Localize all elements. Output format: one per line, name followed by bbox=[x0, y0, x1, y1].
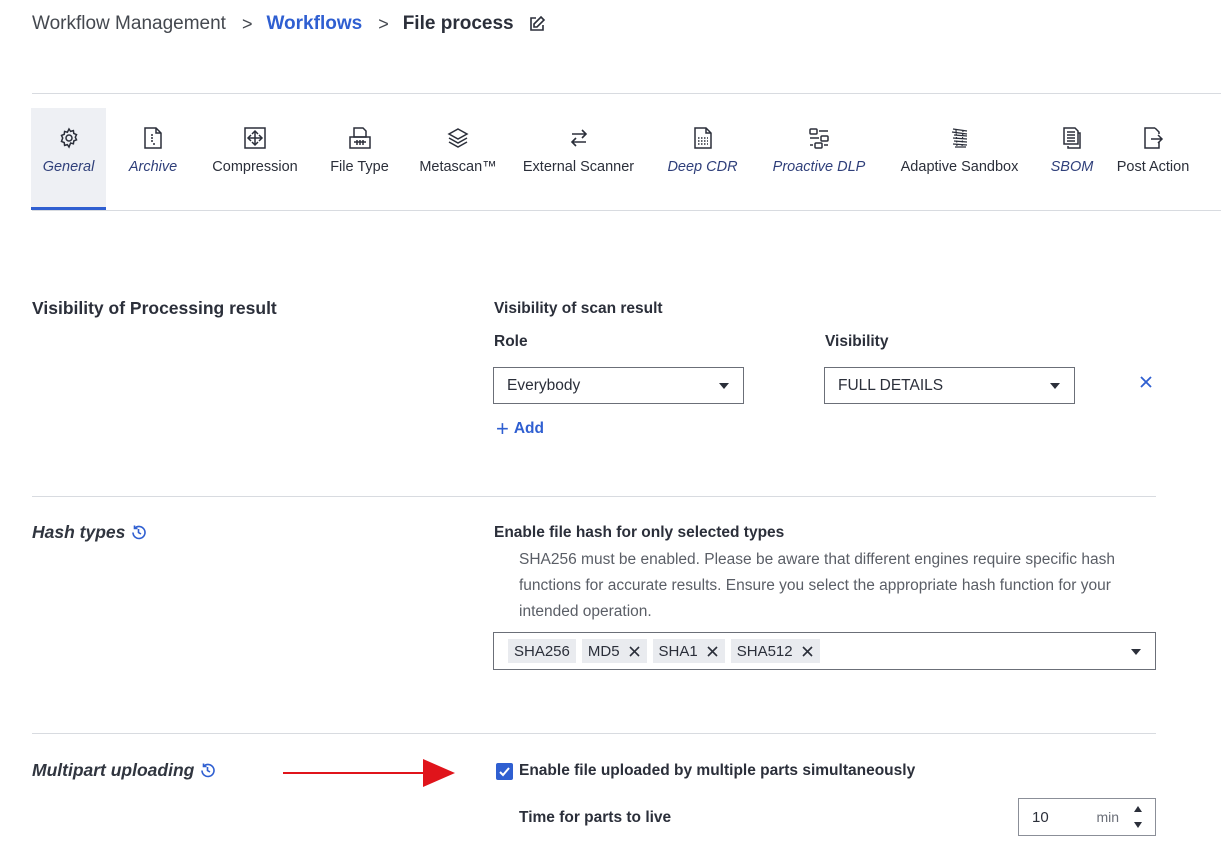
tab-label: Deep CDR bbox=[667, 159, 738, 175]
section-title-visibility: Visibility of Processing result bbox=[32, 298, 277, 318]
chip-label: SHA256 bbox=[514, 642, 570, 660]
breadcrumb-workflows-link[interactable]: Workflows bbox=[266, 13, 362, 35]
annotation-arrow-icon bbox=[283, 759, 455, 787]
remove-chip-close-icon[interactable] bbox=[706, 645, 719, 658]
decrement-arrow-icon[interactable] bbox=[1134, 822, 1142, 828]
archive-file-icon bbox=[141, 126, 165, 150]
role-label: Role bbox=[494, 333, 528, 350]
tab-archive[interactable]: Archive bbox=[106, 108, 200, 208]
tab-compression[interactable]: Compression bbox=[200, 108, 310, 208]
tab-label: General bbox=[42, 159, 95, 175]
role-select[interactable]: Everybody bbox=[493, 367, 744, 404]
post-action-icon bbox=[1141, 126, 1165, 150]
ttl-value: 10 bbox=[1032, 808, 1049, 826]
stepper-spin bbox=[1131, 803, 1145, 831]
tab-external-scanner[interactable]: External Scanner bbox=[507, 108, 650, 208]
plus-icon: + bbox=[496, 416, 509, 441]
remove-row-close-icon[interactable] bbox=[1138, 374, 1154, 390]
breadcrumb-separator: > bbox=[378, 13, 389, 34]
history-icon[interactable] bbox=[130, 524, 147, 541]
chip-label: MD5 bbox=[587, 642, 620, 660]
page-title: File process bbox=[402, 13, 514, 34]
add-label: Add bbox=[513, 420, 544, 437]
file-type-icon bbox=[348, 126, 372, 150]
tab-label: Compression bbox=[212, 159, 298, 175]
hash-help-text: SHA256 must be enabled. Please be aware … bbox=[519, 551, 1115, 620]
tab-label: Adaptive Sandbox bbox=[900, 159, 1019, 175]
section-title-hash-types: Hash types bbox=[32, 522, 147, 543]
tab-adaptive-sandbox[interactable]: Adaptive Sandbox bbox=[883, 108, 1036, 208]
multipart-title: Multipart uploading bbox=[32, 760, 195, 780]
section-divider bbox=[32, 733, 1156, 734]
layers-icon bbox=[446, 126, 470, 150]
tab-label: Metascan™ bbox=[419, 159, 497, 175]
deep-cdr-icon bbox=[691, 126, 715, 150]
tab-general[interactable]: General bbox=[31, 108, 106, 210]
increment-arrow-icon[interactable] bbox=[1134, 806, 1142, 812]
edit-icon[interactable] bbox=[528, 15, 546, 33]
multipart-checkbox-label: Enable file uploaded by multiple parts s… bbox=[519, 762, 916, 779]
chip-label: SHA1 bbox=[658, 642, 698, 660]
tab-label: SBOM bbox=[1050, 159, 1094, 175]
tab-label: Archive bbox=[128, 159, 178, 175]
breadcrumb: Workflow Management > Workflows > File p… bbox=[32, 11, 546, 37]
multipart-checkbox-row[interactable]: Enable file uploaded by multiple parts s… bbox=[496, 762, 915, 780]
multipart-checkbox[interactable] bbox=[496, 762, 513, 780]
chevron-down-icon bbox=[719, 383, 729, 389]
hash-chip-sha512: SHA512 bbox=[730, 639, 820, 663]
tab-proactive-dlp[interactable]: Proactive DLP bbox=[755, 108, 883, 208]
sandbox-icon bbox=[948, 126, 972, 150]
gear-icon bbox=[57, 126, 81, 150]
hash-types-multiselect[interactable]: SHA256 MD5 SHA1 SHA512 bbox=[493, 632, 1156, 670]
remove-chip-close-icon[interactable] bbox=[628, 645, 641, 658]
chevron-down-icon[interactable] bbox=[1131, 649, 1141, 655]
tab-label: File Type bbox=[330, 159, 389, 175]
hash-types-title: Hash types bbox=[32, 522, 126, 542]
tab-metascan[interactable]: Metascan™ bbox=[409, 108, 507, 208]
hash-subtitle: Enable file hash for only selected types bbox=[494, 524, 785, 541]
remove-chip-close-icon[interactable] bbox=[801, 645, 814, 658]
swap-arrows-icon bbox=[567, 126, 591, 150]
visibility-select-value: FULL DETAILS bbox=[838, 376, 944, 394]
visibility-label: Visibility bbox=[825, 333, 889, 350]
workflow-tabs: General Archive Compression File Type Me… bbox=[31, 108, 1198, 210]
hash-chip-sha1: SHA1 bbox=[652, 639, 725, 663]
header-divider bbox=[32, 93, 1221, 94]
tab-sbom[interactable]: SBOM bbox=[1036, 108, 1108, 208]
chevron-down-icon bbox=[1050, 383, 1060, 389]
compression-icon bbox=[243, 126, 267, 150]
dlp-icon bbox=[807, 126, 831, 150]
tabs-divider bbox=[32, 210, 1221, 211]
history-icon[interactable] bbox=[199, 762, 216, 779]
tab-post-action[interactable]: Post Action bbox=[1108, 108, 1198, 208]
tab-label: Proactive DLP bbox=[772, 159, 866, 175]
visibility-select[interactable]: FULL DETAILS bbox=[824, 367, 1075, 404]
tab-deep-cdr[interactable]: Deep CDR bbox=[650, 108, 755, 208]
breadcrumb-workflow-management[interactable]: Workflow Management bbox=[32, 13, 226, 35]
tab-label: Post Action bbox=[1116, 159, 1190, 175]
hash-chip-md5: MD5 bbox=[581, 639, 647, 663]
visibility-subtitle: Visibility of scan result bbox=[494, 300, 663, 317]
chip-label: SHA512 bbox=[736, 642, 793, 660]
ttl-stepper[interactable]: 10 min bbox=[1018, 798, 1156, 836]
add-visibility-button[interactable]: + Add bbox=[496, 416, 544, 441]
section-divider bbox=[32, 496, 1156, 497]
tab-file-type[interactable]: File Type bbox=[310, 108, 409, 208]
breadcrumb-separator: > bbox=[241, 13, 253, 34]
section-title-multipart: Multipart uploading bbox=[32, 760, 216, 781]
ttl-unit: min bbox=[1096, 809, 1119, 825]
role-select-value: Everybody bbox=[507, 376, 581, 394]
ttl-label: Time for parts to live bbox=[519, 809, 672, 826]
sbom-icon bbox=[1060, 126, 1084, 150]
tab-label: External Scanner bbox=[522, 159, 635, 175]
hash-chip-sha256: SHA256 bbox=[508, 639, 576, 663]
